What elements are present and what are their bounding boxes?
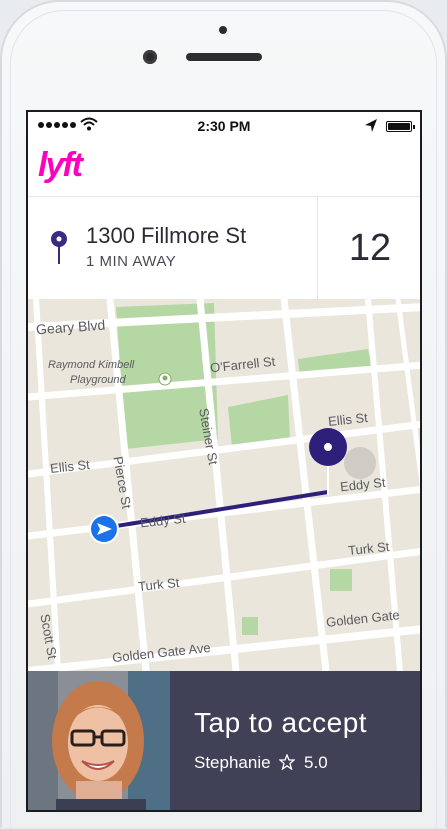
- lyft-logo: lyft: [38, 146, 83, 184]
- eta-minutes: 12: [348, 227, 392, 269]
- status-time: 2:30 PM: [197, 118, 251, 134]
- driver-location-icon: [89, 514, 119, 544]
- passenger-rating: 5.0: [304, 753, 328, 772]
- front-camera: [143, 50, 157, 64]
- battery-icon: [386, 121, 415, 132]
- phone-frame: 2:30 PM lyft 1300 Fillmore St 1 MIN AWAY…: [0, 0, 447, 829]
- passenger-photo: [28, 671, 170, 810]
- star-outline-icon: [278, 753, 297, 773]
- passenger-name: Stephanie: [194, 753, 271, 772]
- app-header: lyft: [28, 140, 420, 195]
- map-label-park: Raymond Kimbell: [48, 359, 135, 371]
- location-arrow-icon: [365, 119, 377, 132]
- earpiece-speaker: [186, 53, 262, 61]
- status-bar: 2:30 PM: [28, 112, 420, 140]
- phone-screen: 2:30 PM lyft 1300 Fillmore St 1 MIN AWAY…: [26, 110, 422, 812]
- destination-address: 1300 Fillmore St: [86, 223, 247, 248]
- pickup-pin-icon: [309, 428, 347, 495]
- eta-text: 1 MIN AWAY: [86, 253, 177, 270]
- map-pin-icon: [51, 231, 67, 264]
- ride-request-panel[interactable]: Tap to accept Stephanie 5.0: [28, 671, 420, 810]
- map-label-playground: Playground: [70, 374, 126, 386]
- map-view[interactable]: Geary Blvd Raymond Kimbell Playground O'…: [28, 299, 420, 671]
- proximity-sensor: [219, 26, 227, 34]
- accept-prompt[interactable]: Tap to accept: [194, 707, 367, 739]
- destination-card[interactable]: 1300 Fillmore St 1 MIN AWAY 12: [28, 196, 420, 300]
- passenger-info: Stephanie 5.0: [194, 753, 328, 773]
